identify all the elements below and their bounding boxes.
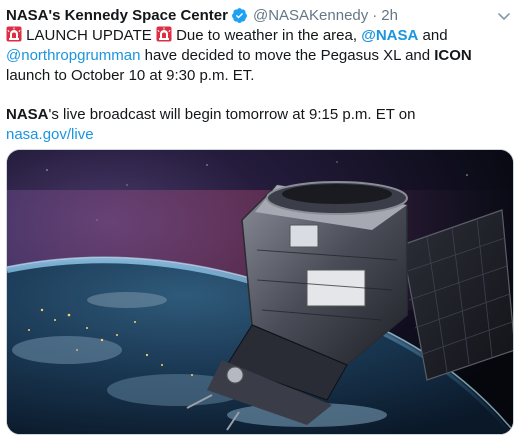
weather-text: Due to weather in the area,	[171, 27, 362, 44]
decided-text: have decided to move the Pegasus XL and	[140, 47, 435, 64]
verified-badge-icon	[232, 7, 247, 23]
nasa-live-link[interactable]: nasa.gov/live	[6, 126, 94, 143]
tweet-header: NASA's Kennedy Space Center @NASAKennedy…	[6, 4, 492, 26]
chevron-down-icon[interactable]	[496, 8, 512, 24]
police-siren-icon	[156, 26, 172, 42]
separator-dot: ·	[372, 6, 378, 24]
tweet-line-3: launch to October 10 at 9:30 p.m. ET.	[6, 67, 255, 84]
tweet-line-2: @northropgrumman have decided to move th…	[6, 46, 511, 66]
display-name[interactable]: NASA's Kennedy Space Center	[6, 7, 228, 24]
tweet-line-1: LAUNCH UPDATE Due to weather in the area…	[6, 26, 511, 46]
launch-update-text: LAUNCH UPDATE	[22, 27, 156, 44]
tweet[interactable]: NASA's Kennedy Space Center @NASAKennedy…	[0, 0, 522, 443]
timestamp[interactable]: 2h	[381, 7, 398, 24]
mention-northropgrumman[interactable]: @northropgrumman	[6, 47, 140, 64]
broadcast-text: 's live broadcast will begin tomorrow at…	[48, 106, 416, 123]
icon-bold-text: ICON	[434, 47, 472, 64]
satellite-earth-illustration	[7, 150, 513, 434]
mention-nasa[interactable]: @NASA	[361, 27, 418, 44]
tweet-line-4: NASA's live broadcast will begin tomorro…	[6, 105, 511, 125]
tweet-text: LAUNCH UPDATE Due to weather in the area…	[6, 26, 511, 145]
tweet-line-5: nasa.gov/live	[6, 125, 511, 145]
police-siren-icon	[6, 26, 22, 42]
tweet-media-image[interactable]	[6, 149, 514, 435]
and-text: and	[418, 27, 448, 44]
nasa-bold-text: NASA	[6, 106, 49, 123]
mention-nasa-label[interactable]: @NASA	[361, 27, 418, 44]
user-handle[interactable]: @NASAKennedy	[253, 7, 368, 24]
